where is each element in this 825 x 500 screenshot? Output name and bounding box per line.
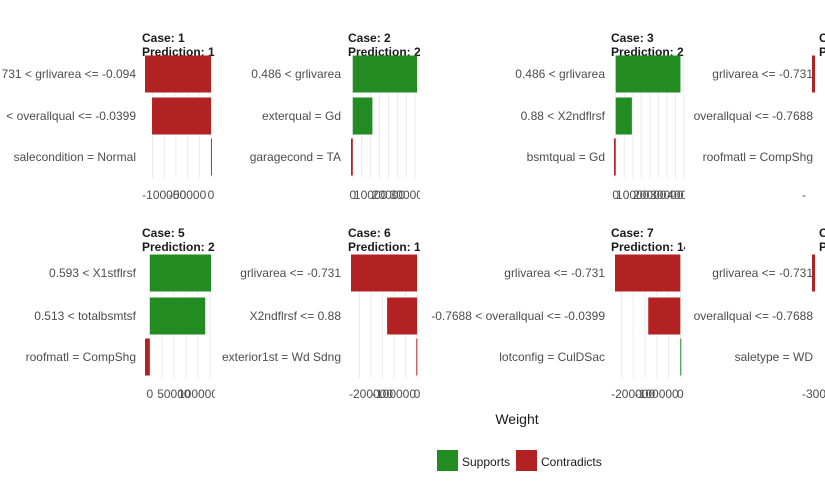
feature-label: 0.593 < X1stflrsf xyxy=(49,266,137,280)
tick-label: 40000 xyxy=(667,188,701,202)
tick-label: -100000 xyxy=(635,387,679,401)
feature-label: 731 < grlivarea <= -0.094 xyxy=(2,67,137,81)
bar-supports xyxy=(149,254,211,292)
panel-prediction-title: Prediction: 2 xyxy=(142,240,215,254)
bar-supports xyxy=(352,97,373,135)
bar-supports xyxy=(615,55,681,93)
legend-label-supports: Supports xyxy=(462,455,510,469)
bar-contradicts xyxy=(812,254,815,292)
panel-case-title: C xyxy=(819,226,825,240)
legend-swatch-contradicts xyxy=(516,450,537,471)
feature-label: overallqual <= -0.7688 xyxy=(694,309,814,323)
feature-label: overallqual <= -0.7688 xyxy=(694,109,814,123)
panel-prediction-title: P xyxy=(819,45,825,59)
tick-label: -50000 xyxy=(169,188,207,202)
feature-label: X2ndflrsf <= 0.88 xyxy=(250,309,342,323)
feature-label: grlivarea <= -0.731 xyxy=(240,266,341,280)
panel-case-title: Case: 3 xyxy=(611,31,654,45)
bar-contradicts xyxy=(351,138,353,176)
feature-label: grlivarea <= -0.731 xyxy=(504,266,605,280)
lime-explanation-chart: Case: 1Prediction: 17731 < grlivarea <= … xyxy=(2,31,825,471)
bar-contradicts xyxy=(416,338,418,376)
feature-label: grlivarea <= -0.731 xyxy=(712,67,813,81)
panel-case-title: Case: 7 xyxy=(611,226,654,240)
panel-case-title: Case: 6 xyxy=(348,226,391,240)
tick-label: 30000 xyxy=(390,188,424,202)
feature-label: grlivarea <= -0.731 xyxy=(712,266,813,280)
bar-contradicts xyxy=(152,97,211,135)
panel-case-title: Case: 2 xyxy=(348,31,391,45)
bar-supports xyxy=(615,97,632,135)
bar-supports xyxy=(149,297,206,335)
feature-label: 0.88 < X2ndflrsf xyxy=(521,109,606,123)
feature-label: roofmatl = CompShg xyxy=(26,350,136,364)
bar-contradicts xyxy=(615,254,681,292)
panel-1: Case: 1Prediction: 17731 < grlivarea <= … xyxy=(2,31,215,202)
bar-contradicts xyxy=(614,138,616,176)
panel-prediction-title: Prediction: 1 xyxy=(348,240,421,254)
panel-8: CPgrlivarea <= -0.731 overallqual <= -0.7… xyxy=(694,226,825,401)
legend-swatch-supports xyxy=(437,450,458,471)
feature-label: salecondition = Normal xyxy=(14,150,136,164)
bar-contradicts xyxy=(387,297,417,335)
feature-label: -0.7688 < overallqual <= -0.0399 xyxy=(431,309,605,323)
panel-case-title: C xyxy=(819,31,825,45)
feature-label: exterior1st = Wd Sdng xyxy=(222,350,341,364)
feature-label: bsmtqual = Gd xyxy=(527,150,605,164)
feature-label: roofmatl = CompShg xyxy=(703,150,813,164)
feature-label: exterqual = Gd xyxy=(262,109,341,123)
bar-supports xyxy=(352,55,417,93)
tick-label: -300 xyxy=(802,387,825,401)
panels-layer: Case: 1Prediction: 17731 < grlivarea <= … xyxy=(2,31,825,401)
bar-contradicts xyxy=(145,338,150,376)
legend-label-contradicts: Contradicts xyxy=(541,455,602,469)
panel-5: Case: 5Prediction: 2 0.593 < X1stflrsf 0.5… xyxy=(26,226,218,401)
bar-supports xyxy=(211,138,212,176)
tick-label: 0 xyxy=(146,387,153,401)
feature-label: 0.486 < grlivarea xyxy=(515,67,605,81)
bar-contradicts xyxy=(351,254,417,292)
tick-label: - xyxy=(802,188,806,202)
feature-label: < overallqual <= -0.0399 xyxy=(6,109,136,123)
panel-6: Case: 6Prediction: 1 grlivarea <= -0.731 X… xyxy=(222,226,421,401)
feature-label: lotconfig = CulDSac xyxy=(499,350,605,364)
panel-prediction-title: Prediction: 14 xyxy=(611,240,691,254)
panel-case-title: Case: 5 xyxy=(142,226,185,240)
bar-contradicts xyxy=(145,55,211,93)
panel-4: CPgrlivarea <= -0.731 overallqual <= -0.7… xyxy=(694,31,825,202)
feature-label: 0.513 < totalbsmtsf xyxy=(34,309,136,323)
tick-label: 100000 xyxy=(178,387,218,401)
bar-supports xyxy=(680,338,682,376)
feature-label: garagecond = TA xyxy=(250,150,341,164)
bar-contradicts xyxy=(648,297,681,335)
bar-contradicts xyxy=(812,55,815,93)
panel-2: Case: 2Prediction: 20.486 < grlivareaext… xyxy=(250,31,424,202)
panel-prediction-title: P xyxy=(819,240,825,254)
legend: Supports Contradicts xyxy=(437,450,602,471)
tick-label: 0 xyxy=(208,188,215,202)
tick-label: 0 xyxy=(677,387,684,401)
panel-3: Case: 3Prediction: 20.486 < grlivarea0.8… xyxy=(515,31,701,202)
feature-label: 0.486 < grlivarea xyxy=(251,67,341,81)
feature-label: saletype = WD xyxy=(735,350,814,364)
x-axis-title: Weight xyxy=(495,411,538,427)
tick-label: -100000 xyxy=(372,387,416,401)
tick-label: 0 xyxy=(414,387,421,401)
panel-7: Case: 7Prediction: 14 grlivarea <= -0.731… xyxy=(431,226,691,401)
panel-case-title: Case: 1 xyxy=(142,31,185,45)
